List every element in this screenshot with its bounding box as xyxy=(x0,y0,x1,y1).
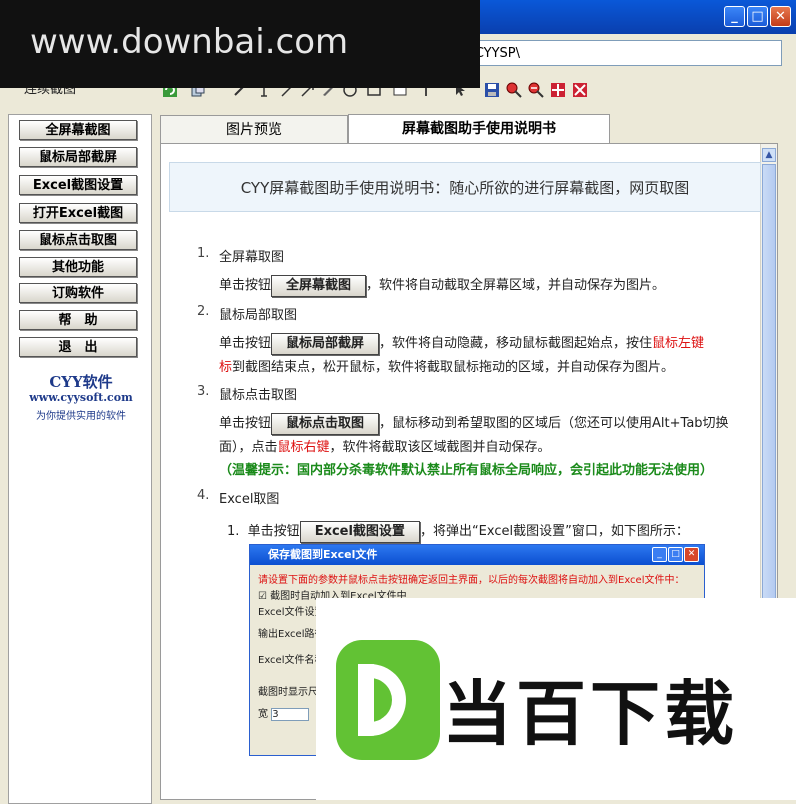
fullscreen-capture-button[interactable]: 全屏幕截图 xyxy=(19,120,137,140)
section-number: 1. xyxy=(197,246,210,261)
section3-text: 单击按钮 鼠标点击取图 ，鼠标移动到希望取图的区域后（您还可以使用Alt+Tab切换 xyxy=(219,412,729,435)
subwindow-input-value: 3 xyxy=(271,708,310,721)
section-number: 3. xyxy=(197,384,210,399)
section-number: 4. xyxy=(197,488,210,503)
text: ，软件将截取该区域截图并自动保存。 xyxy=(329,440,551,455)
save-icon[interactable] xyxy=(484,82,500,98)
text: 单击按钮 xyxy=(219,278,272,293)
inline-region-button[interactable]: 鼠标局部截屏 xyxy=(271,332,380,355)
mouse-click-capture-button[interactable]: 鼠标点击取图 xyxy=(19,230,137,250)
text: ，鼠标移动到希望取图的区域后（您还可以使用Alt+Tab切换 xyxy=(379,416,729,431)
tab-image-preview[interactable]: 图片预览 xyxy=(160,115,348,143)
path-field[interactable]: ft\CYYSP\ xyxy=(456,40,782,66)
text: 标 xyxy=(219,360,233,375)
open-excel-button[interactable]: 打开Excel截图 xyxy=(19,203,137,223)
inline-click-button[interactable]: 鼠标点击取图 xyxy=(271,412,380,435)
brand-name: CYY软件 xyxy=(49,373,113,391)
section-title: 鼠标局部取图 xyxy=(219,308,298,323)
text: ，软件将自动截取全屏幕区域，并自动保存为图片。 xyxy=(366,278,666,293)
text: 鼠标右键 xyxy=(277,440,330,455)
subwindow-title-text: 保存截图到Excel文件 xyxy=(268,548,378,561)
section3-text-line2: 面），点击鼠标右键，软件将截取该区域截图并自动保存。 xyxy=(219,436,551,455)
section-title: 鼠标点击取图 xyxy=(219,388,298,403)
mouse-region-capture-button[interactable]: 鼠标局部截屏 xyxy=(19,147,137,167)
brand-tagline: 为你提供实用的软件 xyxy=(36,411,126,422)
section4-text: 1. 单击按钮 Excel截图设置 ，将弹出“Excel截图设置”窗口，如下图所示： xyxy=(227,520,689,543)
watermark-text: 当百下载 xyxy=(442,673,738,755)
brand-url[interactable]: www.cyysoft.com xyxy=(9,391,153,404)
tab-manual[interactable]: 屏幕截图助手使用说明书 xyxy=(348,114,610,144)
exit-button[interactable]: 退 出 xyxy=(19,337,137,357)
scroll-thumb[interactable] xyxy=(762,164,776,634)
warning-tip: （温馨提示：国内部分杀毒软件默认禁止所有鼠标全局响应，会引起此功能无法使用） xyxy=(219,463,714,478)
sub-maximize-icon: □ xyxy=(668,547,683,562)
minimize-button[interactable]: _ xyxy=(724,6,745,27)
subwindow-input: 宽 3 xyxy=(258,705,310,721)
subwindow-warning: 请设置下面的参数并鼠标点击按钮确定返回主界面，以后的每次截图将自动加入到Exce… xyxy=(258,575,685,586)
text: 面），点击 xyxy=(219,440,278,455)
section1-text: 单击按钮 全屏幕截图 ，软件将自动截取全屏幕区域，并自动保存为图片。 xyxy=(219,274,665,297)
subwindow-group: Excel文件设置 xyxy=(258,607,325,618)
sub-close-icon: ✕ xyxy=(684,547,699,562)
section-title: 全屏幕取图 xyxy=(219,250,285,265)
sidebar: 全屏幕截图 鼠标局部截屏 Excel截图设置 打开Excel截图 鼠标点击取图 … xyxy=(8,114,152,804)
text: 1. xyxy=(227,524,240,539)
section2-text: 单击按钮 鼠标局部截屏 ，软件将自动隐藏，移动鼠标截图起始点，按住鼠标左键 xyxy=(219,332,704,355)
other-functions-button[interactable]: 其他功能 xyxy=(19,257,137,277)
manual-header: CYY屏幕截图助手使用说明书：随心所欲的进行屏幕截图，网页取图 xyxy=(169,162,761,212)
subwindow-field2: Excel文件名称 xyxy=(258,655,325,666)
zoom-out-icon[interactable] xyxy=(528,82,544,98)
text: 单击按钮 xyxy=(247,524,300,539)
subwindow-field1: 输出Excel路径 xyxy=(258,629,325,640)
subwindow-title: 保存截图到Excel文件 _ □ ✕ xyxy=(250,545,704,565)
maximize-button[interactable]: □ xyxy=(747,6,768,27)
excel-settings-button[interactable]: Excel截图设置 xyxy=(19,175,137,195)
watermark-logo: 当百下载 xyxy=(316,598,796,800)
text: 单击按钮 xyxy=(219,416,272,431)
text: 鼠标左键 xyxy=(652,336,705,351)
text: 单击按钮 xyxy=(219,336,272,351)
section-number: 2. xyxy=(197,304,210,319)
fit-window-icon[interactable] xyxy=(550,82,566,98)
text: ，将弹出“Excel截图设置”窗口，如下图所示： xyxy=(419,524,689,539)
close-button[interactable]: ✕ xyxy=(770,6,791,27)
section2-text-line2: 标到截图结束点，松开鼠标，软件将截取鼠标拖动的区域，并自动保存为图片。 xyxy=(219,356,674,375)
scroll-up-icon[interactable]: ▲ xyxy=(762,148,776,162)
inline-fullscreen-button[interactable]: 全屏幕截图 xyxy=(271,274,367,297)
sub-minimize-icon: _ xyxy=(652,547,667,562)
logo-d-icon xyxy=(336,640,440,760)
inline-excel-button[interactable]: Excel截图设置 xyxy=(299,520,420,543)
text: ，软件将自动隐藏，移动鼠标截图起始点，按住 xyxy=(379,336,653,351)
help-button[interactable]: 帮 助 xyxy=(19,310,137,330)
order-software-button[interactable]: 订购软件 xyxy=(19,283,137,303)
watermark-banner: www.downbai.com xyxy=(0,0,480,88)
text: 到截图结束点，松开鼠标，软件将截取鼠标拖动的区域，并自动保存为图片。 xyxy=(232,360,675,375)
actual-size-icon[interactable] xyxy=(572,82,588,98)
zoom-in-icon[interactable] xyxy=(506,82,522,98)
section-title: Excel取图 xyxy=(219,492,280,507)
